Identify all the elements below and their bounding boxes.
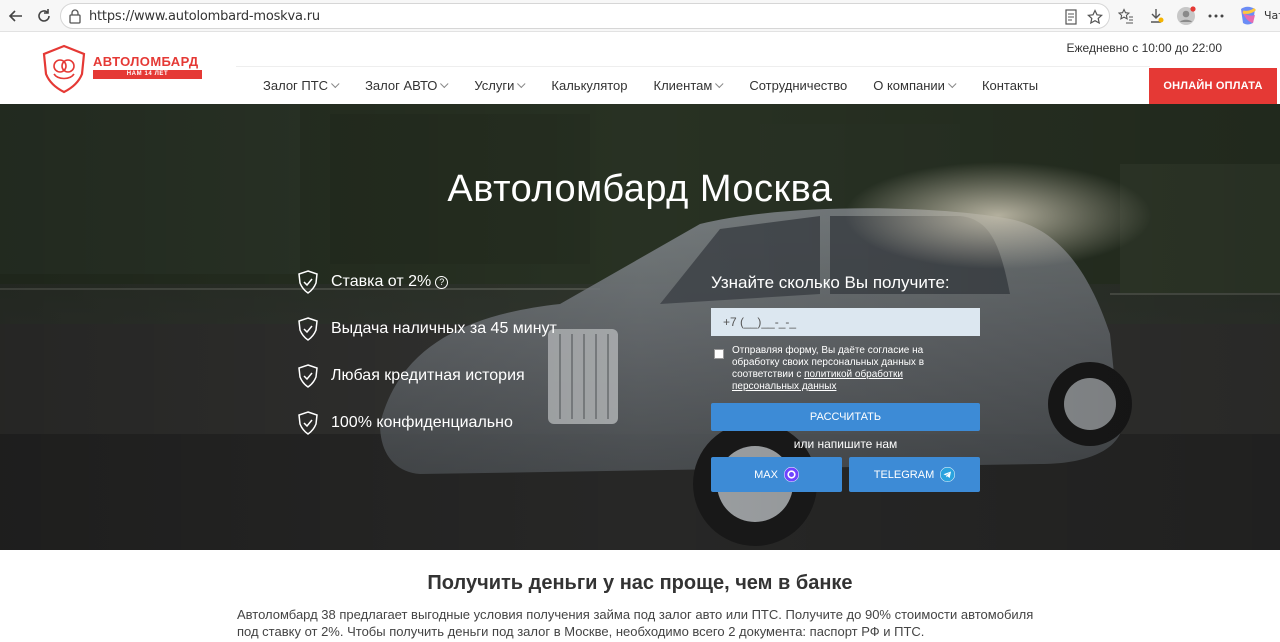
help-question-icon[interactable]: ? xyxy=(435,275,449,289)
nav-item-label: Калькулятор xyxy=(551,78,628,93)
address-bar[interactable]: https://www.autolombard-moskva.ru xyxy=(60,3,1110,29)
or-write-label: или напишите нам xyxy=(793,437,898,451)
chevron-down-icon xyxy=(715,79,724,88)
nav-item-label: Контакты xyxy=(981,78,1039,93)
max-button-label: MAX xyxy=(754,468,778,481)
main-navigation: Залог ПТС Залог АВТО Услуги Калькулятор … xyxy=(263,78,1064,93)
reload-button[interactable] xyxy=(32,4,56,28)
brand-name: АВТОЛОМБАРД xyxy=(93,54,199,69)
chevron-down-icon xyxy=(948,79,957,88)
chevron-down-icon xyxy=(440,79,449,88)
more-menu-icon[interactable] xyxy=(1204,4,1228,28)
work-schedule: Ежедневно с 10:00 до 22:00 xyxy=(1066,41,1223,55)
feature-label: Ставка от 2% xyxy=(331,273,432,290)
nav-item-label: О компании xyxy=(873,78,945,93)
nav-item-auto-pledge[interactable]: Залог АВТО xyxy=(365,78,449,93)
brand-tagline: НАМ 14 ЛЕТ xyxy=(93,70,202,79)
form-title: Узнайте сколько Вы получите: xyxy=(711,273,950,292)
nav-item-contacts[interactable]: Контакты xyxy=(982,78,1038,93)
telegram-icon xyxy=(940,467,956,482)
max-messenger-button[interactable]: MAX xyxy=(711,457,842,492)
section-title: Получить деньги у нас проще, чем в банке xyxy=(427,572,853,594)
reader-mode-icon[interactable] xyxy=(1061,7,1081,27)
back-arrow-icon xyxy=(8,10,22,22)
site-info-icon[interactable] xyxy=(68,8,82,29)
site-header: АВТОЛОМБАРД НАМ 14 ЛЕТ Ежедневно с 10:00… xyxy=(0,32,1280,104)
telegram-button-label: TELEGRAM xyxy=(873,468,935,481)
profile-avatar-icon[interactable] xyxy=(1174,4,1198,28)
feature-rate: Ставка от 2% ? xyxy=(297,270,449,294)
shield-check-icon xyxy=(298,411,318,435)
consent-text: Отправляя форму, Вы даёте согласие на об… xyxy=(732,345,952,393)
section-text: Автоломбард 38 предлагает выгодные услов… xyxy=(237,607,1034,639)
downloads-icon[interactable] xyxy=(1144,4,1168,28)
nav-item-label: Сотрудничество xyxy=(749,78,848,93)
nav-item-cooperation[interactable]: Сотрудничество xyxy=(749,78,847,93)
consent-checkbox[interactable] xyxy=(714,349,724,359)
logo-emblem-icon xyxy=(42,44,86,94)
shield-check-icon xyxy=(298,317,318,341)
feature-cash-payout: Выдача наличных за 45 минут xyxy=(297,317,557,341)
nav-item-about[interactable]: О компании xyxy=(873,78,957,93)
nav-item-label: Залог ПТС xyxy=(263,78,329,93)
logo[interactable]: АВТОЛОМБАРД НАМ 14 ЛЕТ xyxy=(40,44,210,94)
nav-item-label: Услуги xyxy=(474,78,515,93)
back-button[interactable] xyxy=(4,4,28,28)
telegram-button[interactable]: TELEGRAM xyxy=(849,457,980,492)
reload-icon xyxy=(38,9,50,22)
header-divider xyxy=(236,66,1150,67)
max-logo-icon xyxy=(783,467,799,482)
nav-item-calculator[interactable]: Калькулятор xyxy=(551,78,627,93)
url-text[interactable]: https://www.autolombard-moskva.ru xyxy=(89,9,320,24)
favorite-star-icon[interactable] xyxy=(1085,7,1105,27)
feature-label: 100% конфиденциально xyxy=(331,414,513,431)
favorites-icon[interactable] xyxy=(1114,4,1138,28)
nav-item-label: Клиентам xyxy=(653,78,713,93)
phone-input[interactable] xyxy=(711,308,980,336)
feature-label: Любая кредитная история xyxy=(331,367,525,384)
calculate-button[interactable]: РАССЧИТАТЬ xyxy=(711,403,980,431)
nav-item-label: Залог АВТО xyxy=(365,78,438,93)
browser-toolbar: https://www.autolombard-moskva.ru Чат xyxy=(0,0,1280,32)
feature-label: Выдача наличных за 45 минут xyxy=(331,320,557,337)
chevron-down-icon xyxy=(517,79,526,88)
online-payment-button[interactable]: ОНЛАЙН ОПЛАТА xyxy=(1149,68,1277,104)
nav-item-clients[interactable]: Клиентам xyxy=(654,78,724,93)
chevron-down-icon xyxy=(331,79,340,88)
chat-label[interactable]: Чат xyxy=(1264,9,1280,22)
copilot-icon[interactable] xyxy=(1236,4,1260,28)
shield-check-icon xyxy=(298,364,318,388)
feature-credit-history: Любая кредитная история xyxy=(297,364,525,388)
shield-check-icon xyxy=(298,270,318,294)
hero-banner: Автоломбард Москва Ставка от 2% ? Выдача… xyxy=(0,104,1280,550)
feature-confidential: 100% конфиденциально xyxy=(297,411,513,435)
nav-item-services[interactable]: Услуги xyxy=(474,78,526,93)
nav-item-pts-pledge[interactable]: Залог ПТС xyxy=(263,78,340,93)
hero-title: Автоломбард Москва xyxy=(447,168,833,210)
